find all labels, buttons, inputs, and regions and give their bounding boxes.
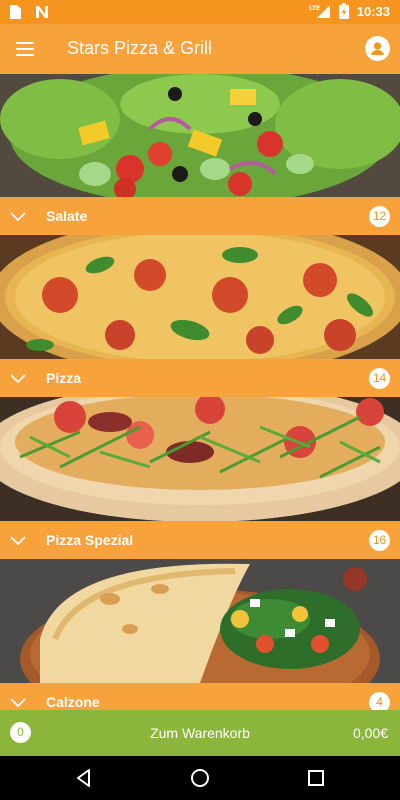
system-navigation-bar: [0, 756, 400, 800]
category-salate[interactable]: Salate 12: [0, 74, 400, 235]
chevron-down-icon: [10, 536, 26, 546]
notification-n-icon: [34, 4, 50, 20]
category-bar[interactable]: Pizza 14: [0, 359, 400, 397]
cart-label: Zum Warenkorb: [150, 725, 250, 741]
calzone-photo: [0, 559, 400, 683]
sim-card-icon: [8, 4, 24, 20]
pizza-photo: [0, 235, 400, 359]
category-count-badge: 16: [369, 530, 390, 551]
category-pizza-spezial[interactable]: Pizza Spezial 16: [0, 397, 400, 559]
category-bar[interactable]: Salate 12: [0, 197, 400, 235]
status-time: 10:33: [356, 3, 390, 19]
network-label: LTE: [309, 5, 320, 12]
app-screen: LTE 10:33 Stars Pizza & Grill Salate 12 …: [0, 0, 400, 800]
battery-charging-icon: [338, 3, 349, 19]
category-count-badge: 4: [369, 692, 390, 710]
category-pizza[interactable]: Pizza 14: [0, 235, 400, 397]
category-label: Calzone: [46, 694, 100, 710]
recents-icon[interactable]: [304, 766, 328, 790]
category-bar[interactable]: Pizza Spezial 16: [0, 521, 400, 559]
chevron-down-icon: [10, 374, 26, 384]
category-count-badge: 14: [369, 368, 390, 389]
category-bar[interactable]: Calzone 4: [0, 683, 400, 710]
home-icon[interactable]: [188, 766, 212, 790]
status-bar: LTE 10:33: [0, 0, 400, 24]
lte-signal-icon: LTE: [309, 3, 331, 19]
cart-button[interactable]: 0 Zum Warenkorb 0,00€: [0, 710, 400, 756]
cart-total: 0,00€: [352, 725, 388, 741]
page-title: Stars Pizza & Grill: [67, 38, 213, 58]
hamburger-menu-icon[interactable]: [12, 36, 40, 62]
account-icon[interactable]: [365, 36, 390, 61]
salad-photo: [0, 74, 400, 197]
category-label: Salate: [46, 208, 88, 224]
app-bar: Stars Pizza & Grill: [0, 24, 400, 74]
back-icon[interactable]: [72, 766, 96, 790]
pizza-spezial-photo: [0, 397, 400, 521]
category-label: Pizza Spezial: [46, 532, 134, 548]
chevron-down-icon: [10, 698, 26, 708]
category-count-badge: 12: [369, 206, 390, 227]
category-calzone[interactable]: Calzone 4: [0, 559, 400, 710]
category-label: Pizza: [46, 370, 82, 386]
chevron-down-icon: [10, 212, 26, 222]
